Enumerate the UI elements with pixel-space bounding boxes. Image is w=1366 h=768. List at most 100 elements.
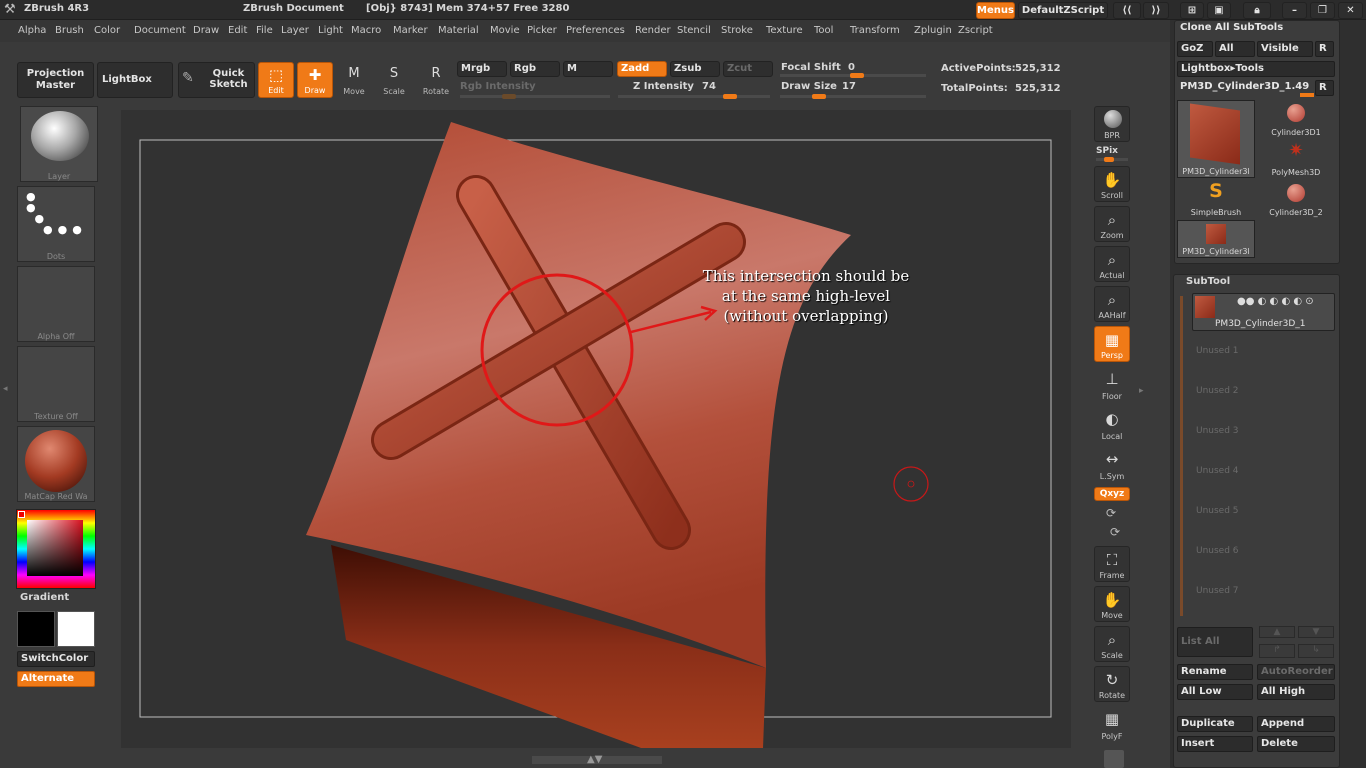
- zoom-button[interactable]: ⌕ Zoom: [1094, 206, 1130, 242]
- merge-up-icon[interactable]: ↱: [1259, 644, 1295, 658]
- subtool-active-item[interactable]: ●● ◐ ◐ ◐ ◐ ⊙ PM3D_Cylinder3D_1: [1192, 293, 1335, 331]
- color-picker[interactable]: [16, 509, 96, 589]
- menu-file[interactable]: File: [256, 25, 273, 36]
- subtool-slot[interactable]: Unused 7: [1196, 586, 1239, 596]
- tool-thumb-pm3d-2[interactable]: PM3D_Cylinder3l: [1177, 220, 1255, 258]
- subtool-slot[interactable]: Unused 1: [1196, 346, 1239, 356]
- tool-slider-knob[interactable]: [1300, 93, 1314, 97]
- default-zscript-button[interactable]: DefaultZScript: [1018, 2, 1108, 19]
- alpha-selector[interactable]: Alpha Off: [17, 266, 95, 342]
- primary-color-swatch[interactable]: [17, 611, 55, 647]
- close-icon[interactable]: ✕: [1338, 2, 1363, 19]
- expand-bottom-icon[interactable]: ▲▼: [587, 754, 602, 765]
- spix-slider[interactable]: [1096, 157, 1128, 162]
- mrgb-button[interactable]: Mrgb: [457, 61, 507, 77]
- focal-shift-slider[interactable]: [780, 73, 926, 78]
- goz-button[interactable]: GoZ: [1177, 41, 1213, 57]
- all-high-button[interactable]: All High: [1257, 684, 1335, 700]
- menu-macro[interactable]: Macro: [351, 25, 381, 36]
- texture-selector[interactable]: Texture Off: [17, 346, 95, 422]
- menu-preferences[interactable]: Preferences: [566, 25, 625, 36]
- goz-visible-button[interactable]: Visible: [1257, 41, 1313, 57]
- tool-thumb-cylinder3d2[interactable]: Cylinder3D_2: [1257, 180, 1335, 218]
- alternate-button[interactable]: Alternate: [17, 671, 95, 687]
- menu-alpha[interactable]: Alpha: [18, 25, 46, 36]
- lightbox-tools-button[interactable]: Lightbox▸Tools: [1177, 61, 1335, 77]
- rotate-button[interactable]: R Rotate: [419, 64, 453, 98]
- scale-view-button[interactable]: ⌕ Scale: [1094, 626, 1130, 662]
- menu-zscript[interactable]: Zscript: [958, 25, 993, 36]
- menu-material[interactable]: Material: [438, 25, 479, 36]
- subtool-eye-icons[interactable]: ●● ◐ ◐ ◐ ◐ ⊙: [1237, 296, 1314, 307]
- subtool-scrollbar[interactable]: [1180, 296, 1183, 616]
- zcut-button[interactable]: Zcut: [723, 61, 773, 77]
- rgb-button[interactable]: Rgb: [510, 61, 560, 77]
- layout-icon[interactable]: ⊞: [1180, 2, 1204, 19]
- document-canvas[interactable]: This intersection should be at the same …: [121, 110, 1071, 748]
- tool-thumb-polymesh3d[interactable]: ✷ PolyMesh3D: [1257, 140, 1335, 178]
- move-down-icon[interactable]: ▼: [1298, 626, 1334, 638]
- menu-tool[interactable]: Tool: [814, 25, 833, 36]
- edit-button[interactable]: ⬚ Edit: [258, 62, 294, 98]
- rotate-z-icon[interactable]: ⟳: [1110, 525, 1120, 539]
- rename-button[interactable]: Rename: [1177, 664, 1253, 680]
- floor-button[interactable]: ⊥ Floor: [1094, 366, 1130, 402]
- menu-render[interactable]: Render: [635, 25, 671, 36]
- brush-selector[interactable]: Layer: [20, 106, 98, 182]
- menu-light[interactable]: Light: [318, 25, 343, 36]
- goz-all-button[interactable]: All: [1215, 41, 1255, 57]
- menus-button[interactable]: Menus: [976, 2, 1015, 19]
- m-button[interactable]: M: [563, 61, 613, 77]
- duplicate-button[interactable]: Duplicate: [1177, 716, 1253, 732]
- list-all-button[interactable]: List All: [1177, 627, 1253, 657]
- clone-all-subtools-button[interactable]: Clone All SubTools: [1177, 21, 1335, 37]
- merge-down-icon[interactable]: ↳: [1298, 644, 1334, 658]
- window-icon[interactable]: ▣: [1207, 2, 1231, 19]
- menu-document[interactable]: Document: [134, 25, 186, 36]
- transp-button[interactable]: [1104, 750, 1124, 768]
- tool-thumb-simplebrush[interactable]: S SimpleBrush: [1177, 180, 1255, 218]
- color-square[interactable]: [27, 520, 83, 576]
- move-view-button[interactable]: ✋ Move: [1094, 586, 1130, 622]
- move-button[interactable]: M Move: [338, 64, 370, 98]
- frame-button[interactable]: ⛶ Frame: [1094, 546, 1130, 582]
- minimize-icon[interactable]: –: [1282, 2, 1307, 19]
- menu-edit[interactable]: Edit: [228, 25, 247, 36]
- subtool-slot[interactable]: Unused 2: [1196, 386, 1239, 396]
- subtool-slot[interactable]: Unused 3: [1196, 426, 1239, 436]
- append-button[interactable]: Append: [1257, 716, 1335, 732]
- menu-color[interactable]: Color: [94, 25, 120, 36]
- material-selector[interactable]: MatCap Red Wa: [17, 426, 95, 502]
- menu-draw[interactable]: Draw: [193, 25, 219, 36]
- polyf-button[interactable]: ▦ PolyF: [1094, 706, 1130, 742]
- bpr-button[interactable]: BPR: [1094, 106, 1130, 142]
- menu-movie[interactable]: Movie: [490, 25, 520, 36]
- maximize-icon[interactable]: ❐: [1310, 2, 1335, 19]
- menu-stencil[interactable]: Stencil: [677, 25, 711, 36]
- subtool-slot[interactable]: Unused 4: [1196, 466, 1239, 476]
- aahalf-button[interactable]: ⌕ AAHalf: [1094, 286, 1130, 322]
- menu-stroke[interactable]: Stroke: [721, 25, 753, 36]
- goz-r-button[interactable]: R: [1315, 41, 1334, 57]
- z-intensity-slider[interactable]: [618, 94, 770, 99]
- all-low-button[interactable]: All Low: [1177, 684, 1253, 700]
- current-tool-name[interactable]: PM3D_Cylinder3D_1.49: [1177, 80, 1315, 96]
- prev-icon[interactable]: ⟨⟨: [1113, 2, 1141, 19]
- local-button[interactable]: ◐ Local: [1094, 406, 1130, 442]
- switch-color-button[interactable]: SwitchColor: [17, 651, 95, 667]
- menu-layer[interactable]: Layer: [281, 25, 309, 36]
- menu-transform[interactable]: Transform: [850, 25, 900, 36]
- collapse-right-icon[interactable]: ▸: [1139, 386, 1144, 396]
- rgb-intensity-slider[interactable]: [460, 94, 610, 99]
- zadd-button[interactable]: Zadd: [617, 61, 667, 77]
- xyz-button[interactable]: Qxyz: [1094, 487, 1130, 501]
- tool-thumb-cylinder3d1[interactable]: Cylinder3D1: [1257, 100, 1335, 138]
- persp-button[interactable]: ▦ Persp: [1094, 326, 1130, 362]
- menu-texture[interactable]: Texture: [766, 25, 803, 36]
- lsym-button[interactable]: ↔ L.Sym: [1094, 446, 1130, 482]
- subtool-slot[interactable]: Unused 6: [1196, 546, 1239, 556]
- move-up-icon[interactable]: ▲: [1259, 626, 1295, 638]
- secondary-color-swatch[interactable]: [57, 611, 95, 647]
- projection-master-button[interactable]: Projection Master: [17, 62, 94, 98]
- delete-button[interactable]: Delete: [1257, 736, 1335, 752]
